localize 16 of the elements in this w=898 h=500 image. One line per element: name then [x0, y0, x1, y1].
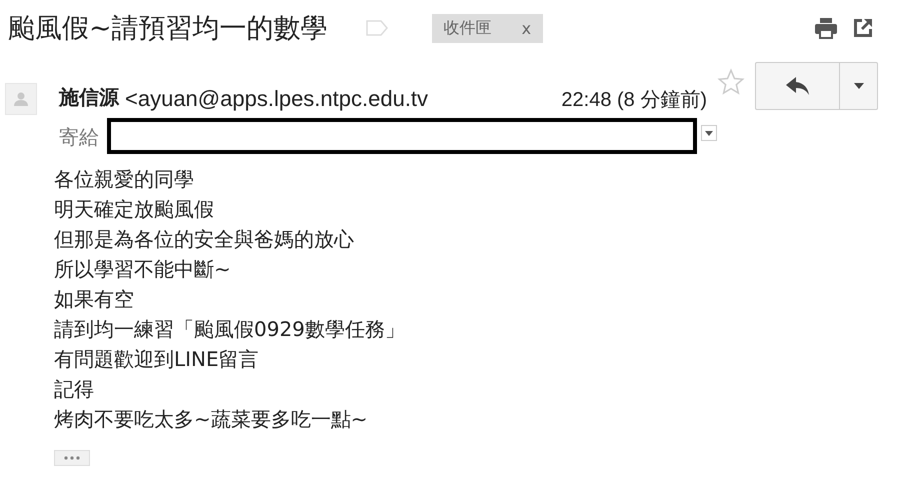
message-time: 22:48 (8 分鐘前) — [561, 88, 707, 113]
body-line: 請到均一練習「颱風假0929數學任務」 — [54, 316, 406, 343]
recipient-label: 寄給 — [59, 124, 99, 150]
body-line: 明天確定放颱風假 — [54, 196, 215, 223]
body-line: 各位親愛的同學 — [54, 166, 195, 193]
remove-label-button[interactable]: x — [522, 18, 532, 38]
body-line: 如果有空 — [54, 286, 135, 313]
sender-name: 施信源 — [59, 84, 119, 111]
body-line: 有問題歡迎到LINE留言 — [54, 346, 260, 373]
body-line: 但那是為各位的安全與爸媽的放心 — [54, 226, 355, 253]
body-line: 記得 — [54, 376, 95, 403]
body-line: 所以學習不能中斷~ — [54, 256, 232, 283]
sender-email: <ayuan@apps.lpes.ntpc.edu.tv — [125, 86, 428, 112]
email-subject: 颱風假~請預習均一的數學 — [8, 12, 328, 46]
label-chip[interactable]: 收件匣 x — [432, 14, 544, 42]
body-line: 烤肉不要吃太多~蔬菜要多吃一點~ — [54, 406, 369, 433]
